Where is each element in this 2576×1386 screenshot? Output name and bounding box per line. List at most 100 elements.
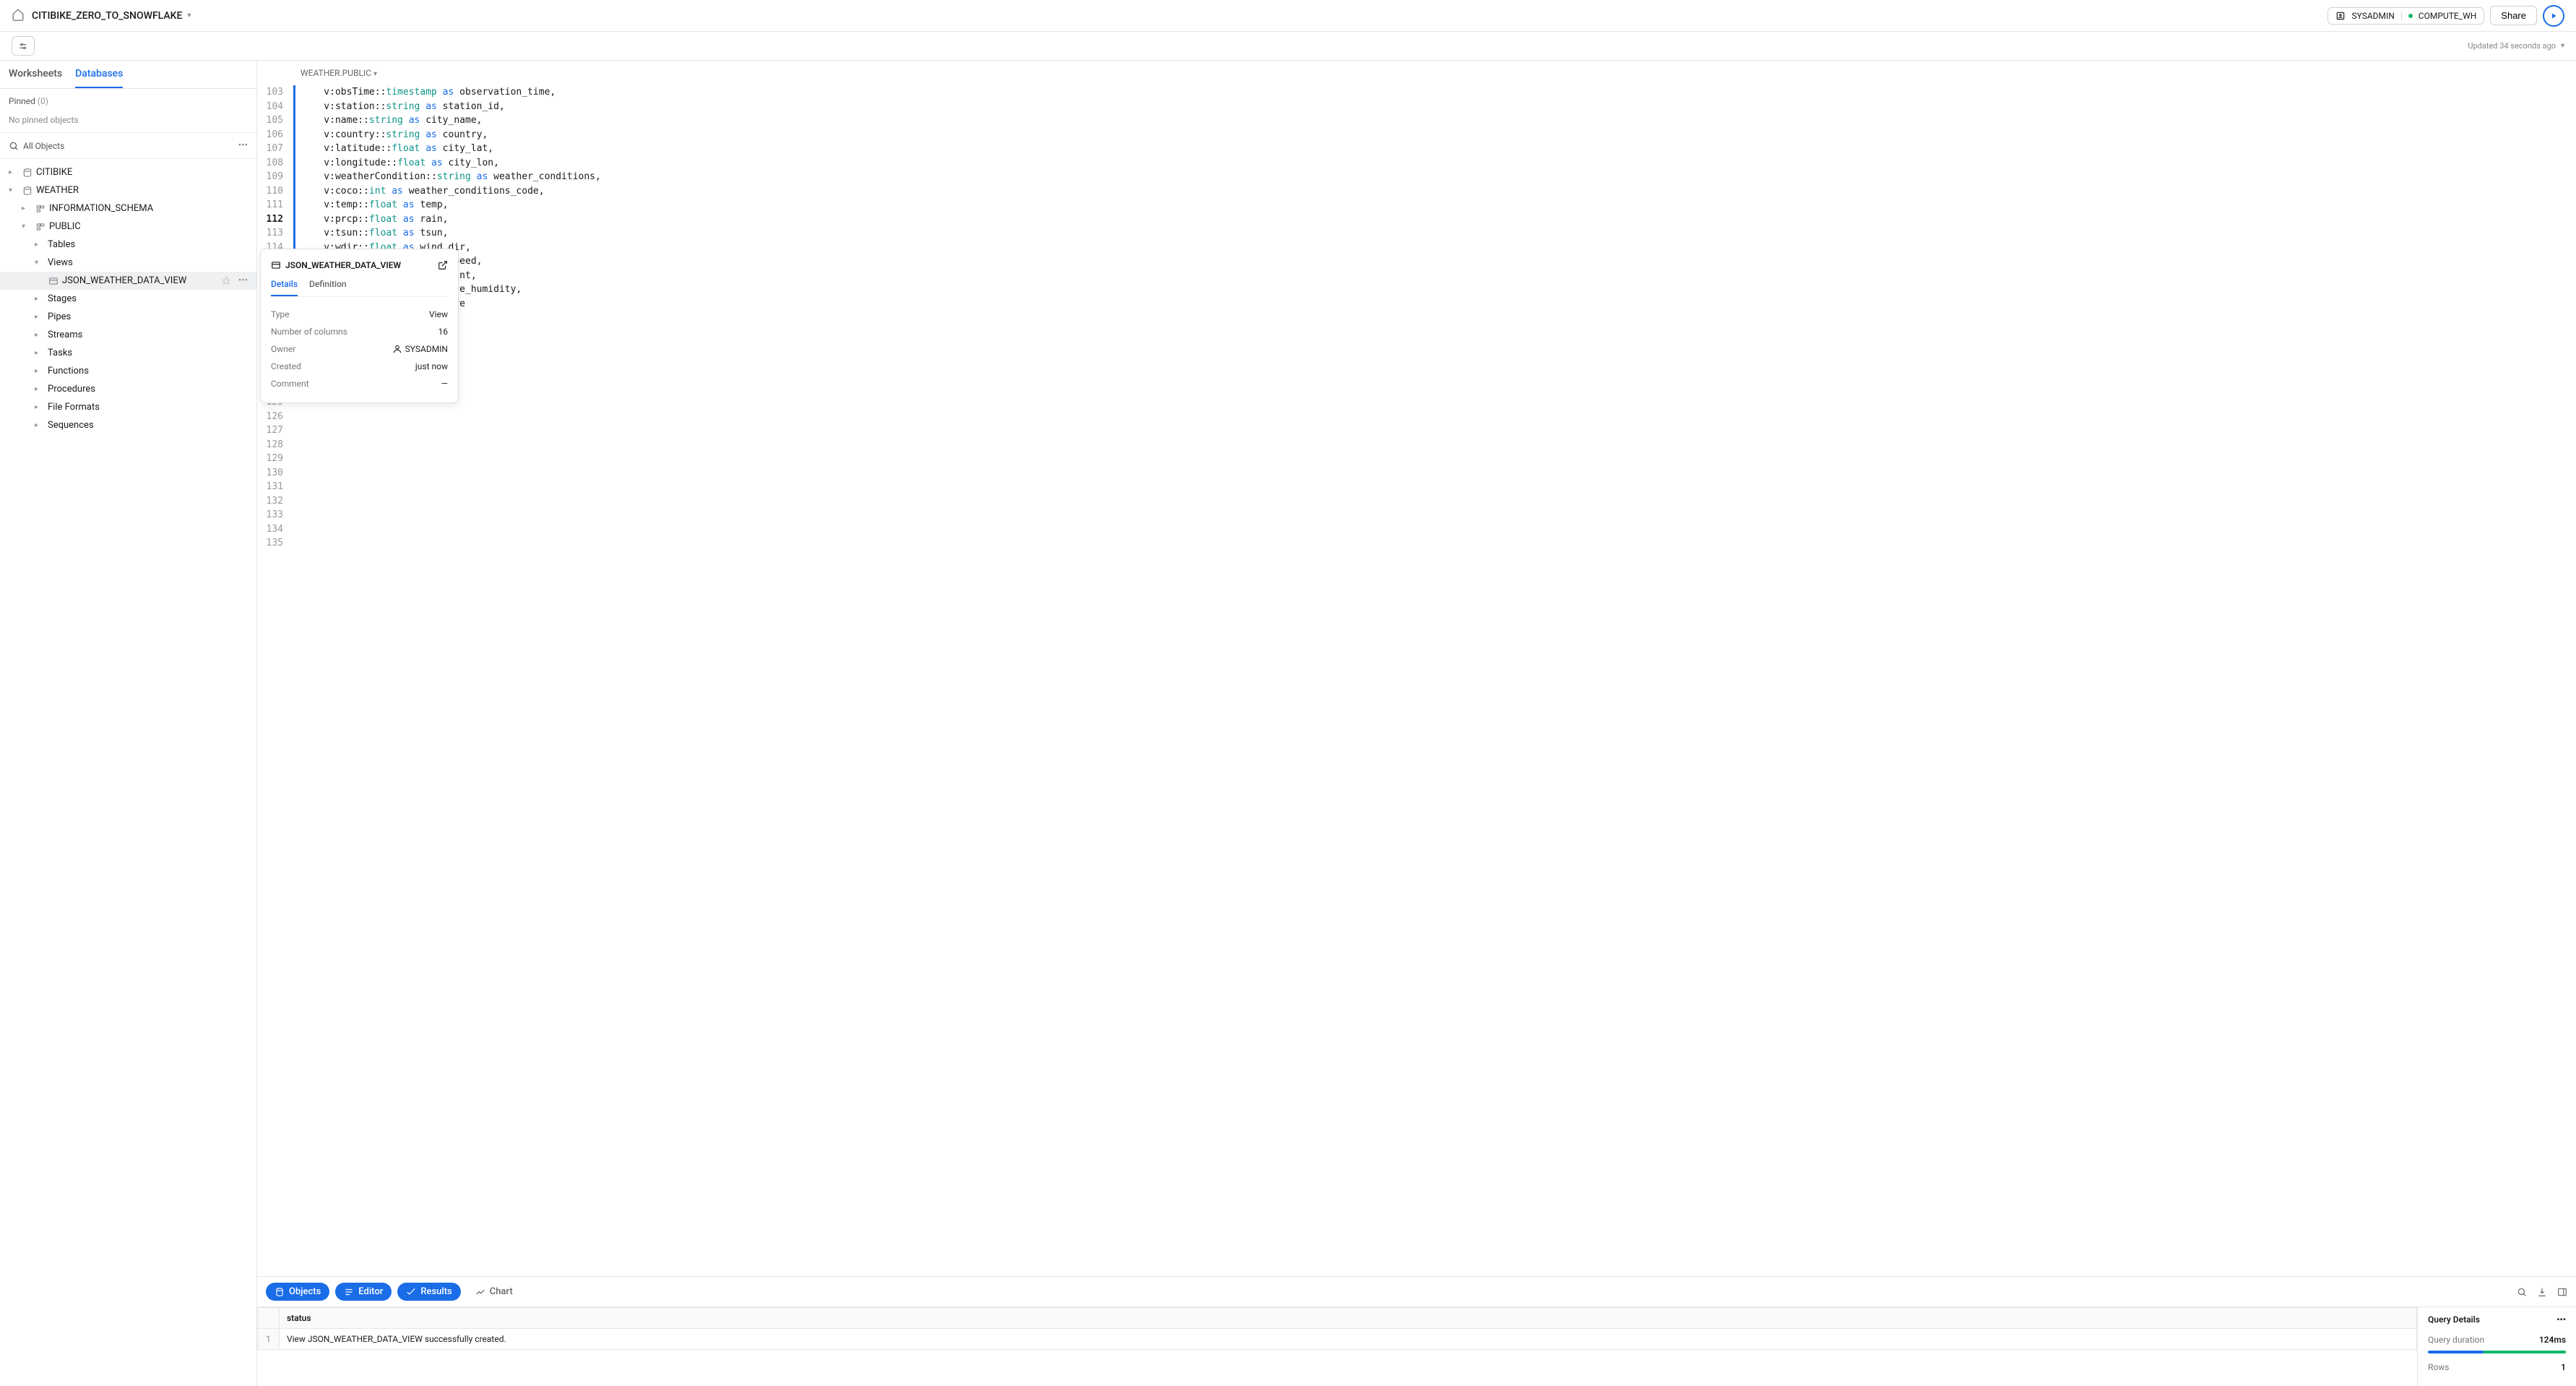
popover-title: JSON_WEATHER_DATA_VIEW — [271, 260, 401, 270]
role-warehouse-selector[interactable]: SYSADMIN | COMPUTE_WH — [2328, 7, 2484, 25]
panel-icon[interactable] — [2557, 1286, 2567, 1297]
tree-label: File Formats — [48, 402, 100, 413]
pill-objects[interactable]: Objects — [266, 1283, 329, 1301]
home-icon[interactable] — [12, 8, 25, 24]
tree-label: Views — [48, 257, 73, 268]
chart-icon — [475, 1287, 485, 1297]
popover-row-cols: Number of columns16 — [271, 323, 448, 340]
results-actions — [2517, 1286, 2567, 1297]
editor-area: WEATHER.PUBLIC 103 v:obsTime::timestamp … — [257, 61, 2576, 1386]
play-icon — [2549, 12, 2558, 20]
settings-button[interactable] — [12, 36, 35, 56]
tree-group-procedures[interactable]: ▸Procedures — [0, 380, 256, 398]
query-details-panel: Query Details ••• Query duration124ms Ro… — [2417, 1307, 2576, 1386]
download-icon[interactable] — [2537, 1286, 2547, 1297]
popover-tab-definition[interactable]: Definition — [309, 279, 347, 296]
tree-label: Streams — [48, 330, 82, 340]
context-label: WEATHER.PUBLIC — [301, 68, 377, 78]
results-icon — [406, 1287, 416, 1297]
query-rows-row: Rows1 — [2428, 1359, 2566, 1375]
tree-label: CITIBIKE — [36, 167, 72, 178]
no-pinned-label: No pinned objects — [9, 115, 248, 125]
tree-group-views[interactable]: ▾Views — [0, 254, 256, 272]
popover-row-created: Createdjust now — [271, 358, 448, 375]
tab-worksheets[interactable]: Worksheets — [9, 68, 62, 88]
tab-databases[interactable]: Databases — [75, 68, 123, 88]
popover-row-comment: Comment— — [271, 375, 448, 392]
tree-group-tables[interactable]: ▸Tables — [0, 236, 256, 254]
popover-header: JSON_WEATHER_DATA_VIEW — [271, 259, 448, 270]
query-duration-row: Query duration124ms — [2428, 1332, 2566, 1348]
editor-icon — [344, 1287, 354, 1297]
results-table-wrap: status 1 View JSON_WEATHER_DATA_VIEW suc… — [257, 1307, 2417, 1386]
sidebar-tabs: Worksheets Databases — [0, 61, 256, 89]
results-body: status 1 View JSON_WEATHER_DATA_VIEW suc… — [257, 1307, 2576, 1386]
tree-label: Sequences — [48, 420, 94, 431]
popover-row-owner: OwnerSYSADMIN — [271, 340, 448, 358]
user-icon — [392, 344, 402, 354]
tree-db-citibike[interactable]: ▸ CITIBIKE — [0, 163, 256, 181]
worksheet-title[interactable]: CITIBIKE_ZERO_TO_SNOWFLAKE — [32, 10, 191, 22]
schema-icon — [35, 222, 46, 232]
top-bar-left: CITIBIKE_ZERO_TO_SNOWFLAKE — [12, 8, 191, 24]
tree-group-tasks[interactable]: ▸Tasks — [0, 344, 256, 362]
object-tree: ▸ CITIBIKE ▾ WEATHER ▸ INFORMATION_SCHEM… — [0, 159, 256, 1386]
pill-editor[interactable]: Editor — [335, 1283, 392, 1301]
all-objects-row: All Objects ••• — [0, 133, 256, 159]
schema-icon — [35, 204, 46, 214]
pin-icon[interactable] — [221, 275, 231, 286]
tree-label: INFORMATION_SCHEMA — [49, 203, 153, 214]
tree-group-sequences[interactable]: ▸Sequences — [0, 416, 256, 434]
object-popover: JSON_WEATHER_DATA_VIEW Details Definitio… — [260, 249, 459, 403]
top-bar-right: SYSADMIN | COMPUTE_WH Share — [2328, 5, 2564, 27]
code-editor[interactable]: 103 v:obsTime::timestamp as observation_… — [257, 85, 2576, 1276]
all-objects-search[interactable]: All Objects — [9, 141, 64, 151]
query-details-header: Query Details ••• — [2428, 1314, 2566, 1325]
tree-label: Tables — [48, 239, 75, 250]
run-button[interactable] — [2543, 5, 2564, 27]
pinned-count: (0) — [38, 96, 48, 106]
results-header-status[interactable]: status — [280, 1308, 2417, 1329]
results-bar: Objects Editor Results Chart — [257, 1276, 2576, 1307]
tree-group-stages[interactable]: ▸Stages — [0, 290, 256, 308]
tree-group-streams[interactable]: ▸Streams — [0, 326, 256, 344]
pill-label: Chart — [490, 1286, 513, 1297]
tree-label: PUBLIC — [49, 221, 81, 232]
item-more-icon[interactable]: ••• — [238, 275, 248, 286]
popover-tab-details[interactable]: Details — [271, 279, 298, 296]
share-button[interactable]: Share — [2490, 6, 2537, 25]
updated-label[interactable]: Updated 34 seconds ago — [2468, 41, 2564, 51]
pill-chart[interactable]: Chart — [467, 1283, 522, 1301]
role-icon — [2335, 11, 2346, 21]
warehouse-label: COMPUTE_WH — [2419, 11, 2477, 21]
tree-label: WEATHER — [36, 185, 79, 196]
pill-label: Results — [420, 1286, 451, 1297]
results-table: status 1 View JSON_WEATHER_DATA_VIEW suc… — [257, 1307, 2417, 1350]
sliders-icon — [18, 41, 28, 51]
pill-results[interactable]: Results — [397, 1283, 460, 1301]
pinned-label: Pinned — [9, 96, 35, 106]
results-search-icon[interactable] — [2517, 1286, 2527, 1297]
tree-schema-information[interactable]: ▸ INFORMATION_SCHEMA — [0, 199, 256, 218]
all-objects-more-icon[interactable]: ••• — [238, 140, 248, 151]
all-objects-label: All Objects — [23, 141, 64, 151]
results-row[interactable]: 1 View JSON_WEATHER_DATA_VIEW successful… — [258, 1329, 2417, 1350]
database-icon — [22, 168, 33, 178]
context-selector[interactable]: WEATHER.PUBLIC — [257, 61, 2576, 85]
query-details-more-icon[interactable]: ••• — [2556, 1314, 2566, 1325]
role-label: SYSADMIN — [2351, 11, 2394, 21]
tree-schema-public[interactable]: ▾ PUBLIC — [0, 218, 256, 236]
tree-group-functions[interactable]: ▸Functions — [0, 362, 256, 380]
open-external-icon[interactable] — [438, 259, 448, 270]
top-bar: CITIBIKE_ZERO_TO_SNOWFLAKE SYSADMIN | CO… — [0, 0, 2576, 32]
row-value: View JSON_WEATHER_DATA_VIEW successfully… — [280, 1329, 2417, 1350]
tree-group-pipes[interactable]: ▸Pipes — [0, 308, 256, 326]
tree-group-file-formats[interactable]: ▸File Formats — [0, 398, 256, 416]
tree-view-json-weather[interactable]: JSON_WEATHER_DATA_VIEW ••• — [0, 272, 256, 290]
pinned-section: Pinned (0) No pinned objects — [0, 89, 256, 133]
sidebar: Worksheets Databases Pinned (0) No pinne… — [0, 61, 257, 1386]
tree-db-weather[interactable]: ▾ WEATHER — [0, 181, 256, 199]
popover-tabs: Details Definition — [271, 279, 448, 297]
view-icon — [48, 276, 59, 286]
sub-bar: Updated 34 seconds ago — [0, 32, 2576, 61]
